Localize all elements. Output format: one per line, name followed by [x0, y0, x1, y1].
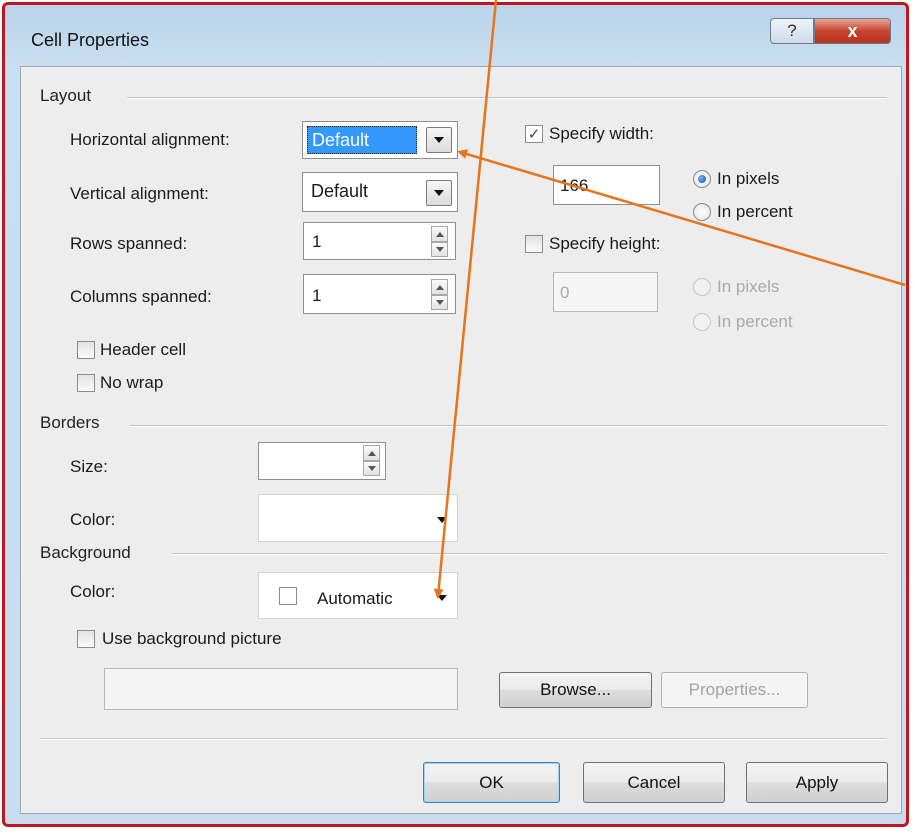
annotation-arrow-vertical: [433, 0, 498, 599]
annotation-arrows: [433, 0, 906, 599]
annotation-arrow-diagonal: [457, 149, 906, 287]
